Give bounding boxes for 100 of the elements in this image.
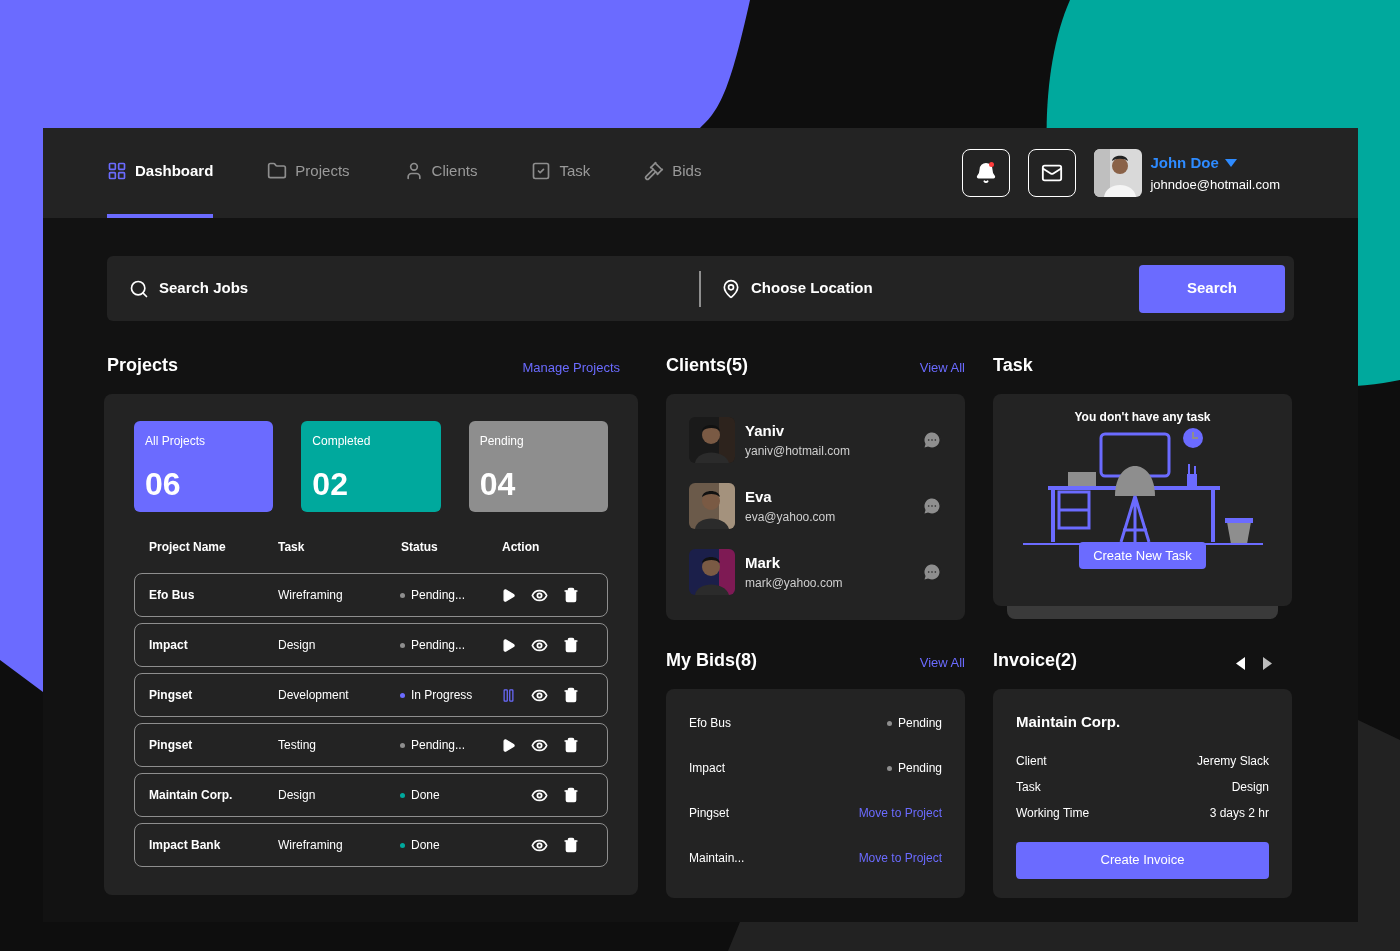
notification-button[interactable] <box>962 149 1011 197</box>
invoice-label: Client <box>1016 752 1047 770</box>
project-task: Development <box>278 687 350 704</box>
column-header: Action <box>502 539 540 556</box>
invoice-value: Jeremy Slack <box>1196 752 1269 770</box>
column-header: Status <box>401 539 439 556</box>
column-header: Task <box>278 539 306 556</box>
delete-icon[interactable] <box>563 837 579 853</box>
client-email: yaniv@hotmail.com <box>745 443 851 461</box>
stat-label: All Projects <box>145 433 207 450</box>
user-email: johndoe@hotmail.com <box>1150 175 1280 194</box>
pause-icon[interactable] <box>500 687 516 703</box>
folder-icon <box>267 161 288 181</box>
client-name: Mark <box>745 552 782 573</box>
delete-icon[interactable] <box>563 587 579 603</box>
status-text: Pending... <box>411 737 466 754</box>
caret-icon <box>1224 159 1237 168</box>
invoice-label: Task <box>1016 778 1041 796</box>
search-button[interactable]: Search <box>1139 264 1285 313</box>
mail-button[interactable] <box>1028 149 1077 197</box>
project-name: Maintain Corp. <box>149 787 234 804</box>
status-text: Done <box>411 837 440 854</box>
nav-tab[interactable]: Bids <box>644 128 702 218</box>
delete-icon[interactable] <box>563 787 579 803</box>
bell-icon <box>975 162 998 184</box>
mail-icon <box>1041 162 1064 184</box>
nav-tab[interactable]: Dashboard <box>107 128 214 218</box>
client-email: eva@yahoo.com <box>745 509 837 527</box>
project-task: Wireframing <box>278 837 344 854</box>
status-text: Pending... <box>411 587 466 604</box>
move-to-project-link[interactable]: Move to Project <box>858 849 942 867</box>
project-row[interactable]: Impact Bank Wireframing Done <box>134 823 608 867</box>
empty-task-message: You don't have any task <box>1074 409 1211 426</box>
project-task: Design <box>278 787 317 804</box>
create-invoice-button[interactable]: Create Invoice <box>1016 841 1269 879</box>
client-name: Yaniv <box>745 420 786 441</box>
invoice-value: 3 days 2 hr <box>1209 804 1269 822</box>
project-task: Design <box>278 637 317 654</box>
project-row[interactable]: Impact Design Pending... <box>134 623 608 667</box>
project-task: Testing <box>278 737 318 754</box>
view-all-link[interactable]: View All <box>919 652 965 672</box>
message-icon[interactable] <box>922 496 942 516</box>
project-row[interactable]: Maintain Corp. Design Done <box>134 773 608 817</box>
search-icon <box>129 278 149 299</box>
message-icon[interactable] <box>922 430 942 450</box>
section-title: Clients(5) <box>666 354 748 377</box>
section-title: Invoice(2) <box>993 649 1078 672</box>
stat-value: 02 <box>312 468 349 500</box>
bid-name: Impact <box>689 760 725 777</box>
delete-icon[interactable] <box>563 737 579 753</box>
status-text: Pending... <box>411 637 466 654</box>
check-icon <box>531 161 552 181</box>
next-icon[interactable] <box>1263 657 1272 670</box>
delete-icon[interactable] <box>563 687 579 703</box>
bid-name: Maintain... <box>689 850 745 867</box>
view-all-link[interactable]: Manage Projects <box>522 357 620 377</box>
play-icon[interactable] <box>500 637 516 653</box>
search-field[interactable]: Search Jobs <box>159 277 559 300</box>
project-name: Pingset <box>149 687 194 704</box>
stat-label: Pending <box>479 433 525 450</box>
previous-icon[interactable] <box>1236 657 1245 670</box>
grid-icon <box>107 161 127 181</box>
location-field[interactable]: Choose Location <box>751 277 1051 300</box>
nav-tab[interactable]: Clients <box>403 128 478 218</box>
bid-status: Pending <box>897 760 942 777</box>
stat-label: Completed <box>312 433 372 450</box>
play-icon[interactable] <box>500 587 516 603</box>
stat-value: 06 <box>145 468 182 500</box>
status-text: Done <box>411 787 440 804</box>
stat-value: 04 <box>479 468 517 500</box>
project-name: Efo Bus <box>149 587 196 604</box>
user-menu[interactable]: John Doe <box>1150 152 1280 175</box>
project-name: Pingset <box>149 737 194 754</box>
move-to-project-link[interactable]: Move to Project <box>858 804 942 822</box>
delete-icon[interactable] <box>563 637 579 653</box>
section-title: Task <box>993 354 1033 377</box>
status-text: In Progress <box>411 687 473 704</box>
nav-tab[interactable]: Task <box>531 128 591 218</box>
bid-name: Pingset <box>689 805 730 822</box>
play-icon[interactable] <box>500 737 516 753</box>
project-row[interactable]: Pingset Testing Pending... <box>134 723 608 767</box>
view-all-link[interactable]: View All <box>919 357 965 377</box>
message-icon[interactable] <box>922 562 942 582</box>
invoice-label: Working Time <box>1016 804 1090 822</box>
client-name: Eva <box>745 486 773 507</box>
column-header: Project Name <box>149 539 227 556</box>
bid-name: Efo Bus <box>689 715 732 732</box>
invoice-company: Maintain Corp. <box>1016 712 1122 732</box>
project-task: Wireframing <box>278 587 344 604</box>
create-task-button[interactable]: Create New Task <box>1079 542 1206 569</box>
project-name: Impact Bank <box>149 837 222 854</box>
nav-tab[interactable]: Projects <box>267 128 350 218</box>
invoice-value: Design <box>1231 778 1269 796</box>
section-title: My Bids(8) <box>666 649 757 672</box>
project-row[interactable]: Pingset Development In Progress <box>134 673 608 717</box>
project-name: Impact <box>149 637 189 654</box>
gavel-icon <box>644 161 665 181</box>
project-row[interactable]: Efo Bus Wireframing Pending... <box>134 573 608 617</box>
location-icon <box>721 278 741 299</box>
section-title: Projects <box>107 354 179 377</box>
